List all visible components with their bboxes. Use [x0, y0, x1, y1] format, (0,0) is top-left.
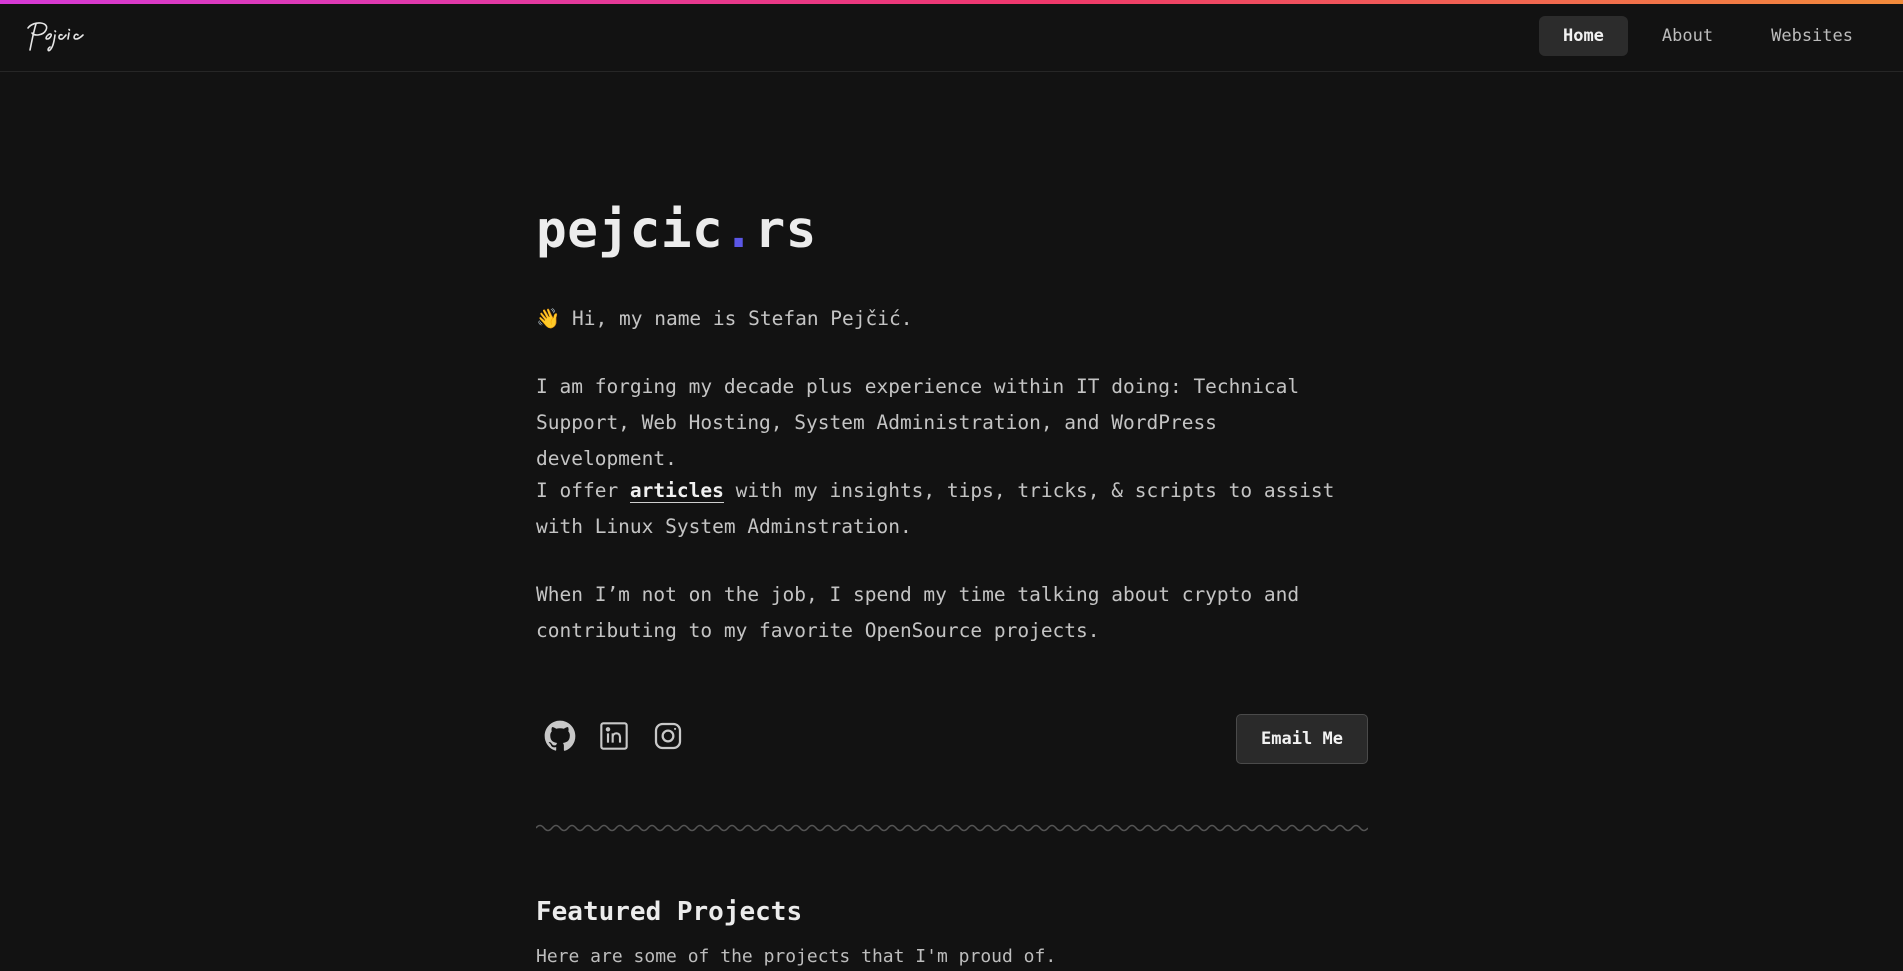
greeting: 👋 Hi, my name is Stefan Pejčić.	[536, 301, 1368, 337]
nav-home[interactable]: Home	[1538, 16, 1628, 56]
site-title: pejcic.rs	[536, 196, 817, 266]
instagram-icon[interactable]	[652, 720, 684, 752]
wave-emoji-icon: 👋	[536, 307, 561, 330]
articles-before: I offer	[536, 479, 630, 502]
title-dot: .	[723, 201, 755, 260]
title-main: pejcic	[536, 201, 724, 260]
featured-subtitle: Here are some of the projects that I'm p…	[536, 946, 1057, 967]
nav-websites[interactable]: Websites	[1747, 16, 1877, 56]
articles-paragraph: I offer articles with my insights, tips,…	[536, 473, 1368, 545]
articles-link[interactable]: articles	[629, 479, 724, 503]
nav-about[interactable]: About	[1638, 16, 1737, 56]
greeting-text: Hi, my name is Stefan Pejčić.	[572, 307, 913, 330]
featured-heading: Featured Projects	[536, 897, 803, 927]
wavy-divider	[536, 824, 1368, 832]
linkedin-icon[interactable]	[598, 720, 630, 752]
main-nav: Home About Websites	[1538, 16, 1877, 56]
social-links	[544, 720, 684, 752]
navbar: Home About Websites	[0, 4, 1903, 72]
job-text: When I’m not on the job, I spend my time…	[536, 583, 1300, 642]
email-me-button[interactable]: Email Me	[1236, 714, 1368, 764]
title-tld: rs	[754, 201, 817, 260]
github-icon[interactable]	[544, 720, 576, 752]
logo[interactable]	[20, 16, 86, 58]
experience-text: I am forging my decade plus experience w…	[536, 375, 1300, 470]
